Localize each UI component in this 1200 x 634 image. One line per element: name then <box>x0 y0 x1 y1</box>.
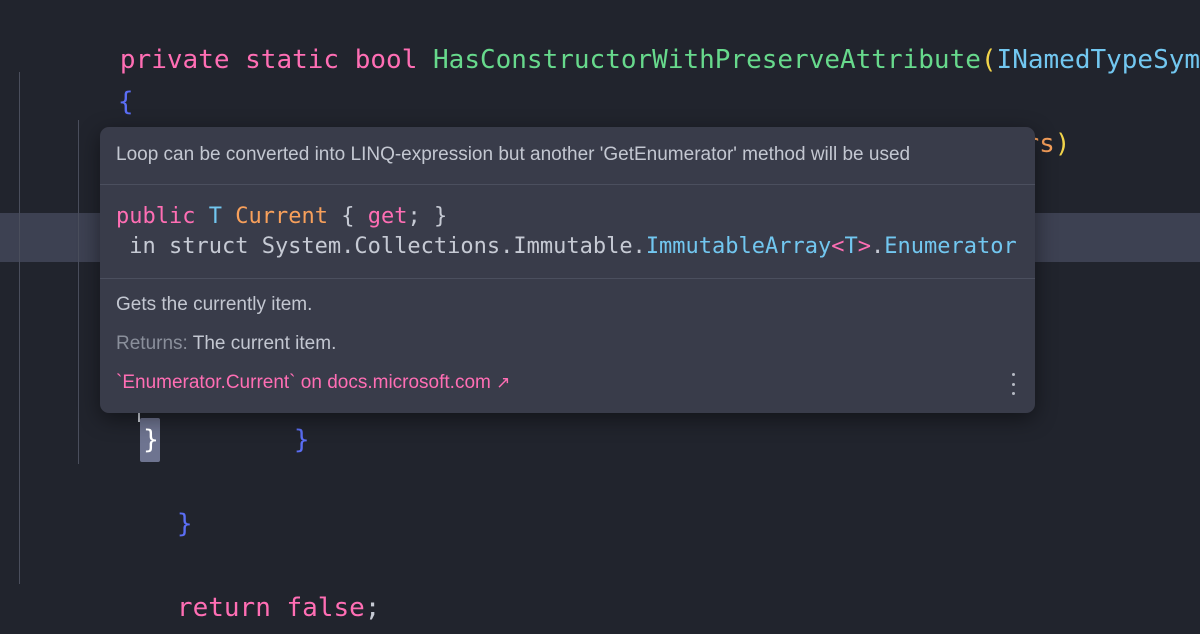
token-type-inamedtypesymbol: INamedTypeSymbol <box>996 45 1200 75</box>
doc-returns-label: Returns: <box>116 333 188 354</box>
token-paren-close: ) <box>1054 129 1071 159</box>
token-property-current: Current <box>235 204 328 229</box>
code-line-close-brace-method[interactable]: } <box>24 587 134 634</box>
dot-2 <box>1011 382 1015 386</box>
doc-returns-value: The current item. <box>192 333 337 354</box>
token-brace-close: } <box>433 204 448 229</box>
token-keyword-get: get <box>367 204 408 229</box>
token-type-immutablearray: ImmutableArray <box>645 234 832 259</box>
selected-brace-glyph: } <box>143 425 159 455</box>
inspection-message: Loop can be converted into LINQ-expressi… <box>116 144 911 165</box>
token-keyword-public: public <box>116 204 196 229</box>
dot-1 <box>1011 373 1015 376</box>
token-brace-close: } <box>293 425 310 455</box>
tooltip-signature-section: public T Current { get; } in struct Syst… <box>100 185 1035 278</box>
doc-body: Gets the currently item. Returns: The cu… <box>100 279 1035 413</box>
token-keyword-return: return <box>176 593 271 623</box>
token-semicolon: ; <box>364 593 381 623</box>
dot-3 <box>1011 392 1015 395</box>
token-generic-t: T <box>208 204 222 229</box>
external-doc-link[interactable]: `Enumerator.Current` on docs.microsoft.c… <box>116 372 491 393</box>
doc-summary: Gets the currently item. <box>116 294 313 315</box>
token-semicolon: ; <box>407 204 434 229</box>
token-angle-close: > <box>857 234 871 259</box>
external-link-arrow-icon[interactable]: ↗ <box>496 373 510 392</box>
code-editor-screenshot: private static bool HasConstructorWithPr… <box>0 0 1200 634</box>
token-keyword-bool: bool <box>354 45 418 75</box>
vertical-dots-icon[interactable] <box>1004 373 1022 395</box>
indent-guide-level-1 <box>19 72 20 584</box>
token-method-name: HasConstructorWithPreserveAttribute <box>433 45 981 75</box>
token-type-enumerator: Enumerator <box>884 234 1017 259</box>
token-keyword-false: false <box>286 593 365 623</box>
doc-returns-row: Returns: The current item. <box>116 332 1019 356</box>
token-in-struct-namespace: in struct System.Collections.Immutable. <box>116 234 646 259</box>
doc-link-row: `Enumerator.Current` on docs.microsoft.c… <box>116 371 1019 395</box>
token-keyword-private: private <box>119 45 230 75</box>
signature-block: public T Current { get; } in struct Syst… <box>100 185 1035 278</box>
tooltip-doc-section: Gets the currently item. Returns: The cu… <box>100 279 1035 413</box>
indent-guide-level-2 <box>78 120 79 464</box>
token-dot: . <box>871 234 885 259</box>
token-brace-close: } <box>176 509 193 539</box>
token-paren-open: ( <box>980 45 997 75</box>
token-angle-open: < <box>831 234 845 259</box>
documentation-tooltip[interactable]: Loop can be converted into LINQ-expressi… <box>100 127 1035 413</box>
token-keyword-static: static <box>245 45 340 75</box>
tooltip-inspection-section: Loop can be converted into LINQ-expressi… <box>100 127 1035 184</box>
token-brace-open: { <box>341 204 355 229</box>
token-generic-t: T <box>844 234 858 259</box>
